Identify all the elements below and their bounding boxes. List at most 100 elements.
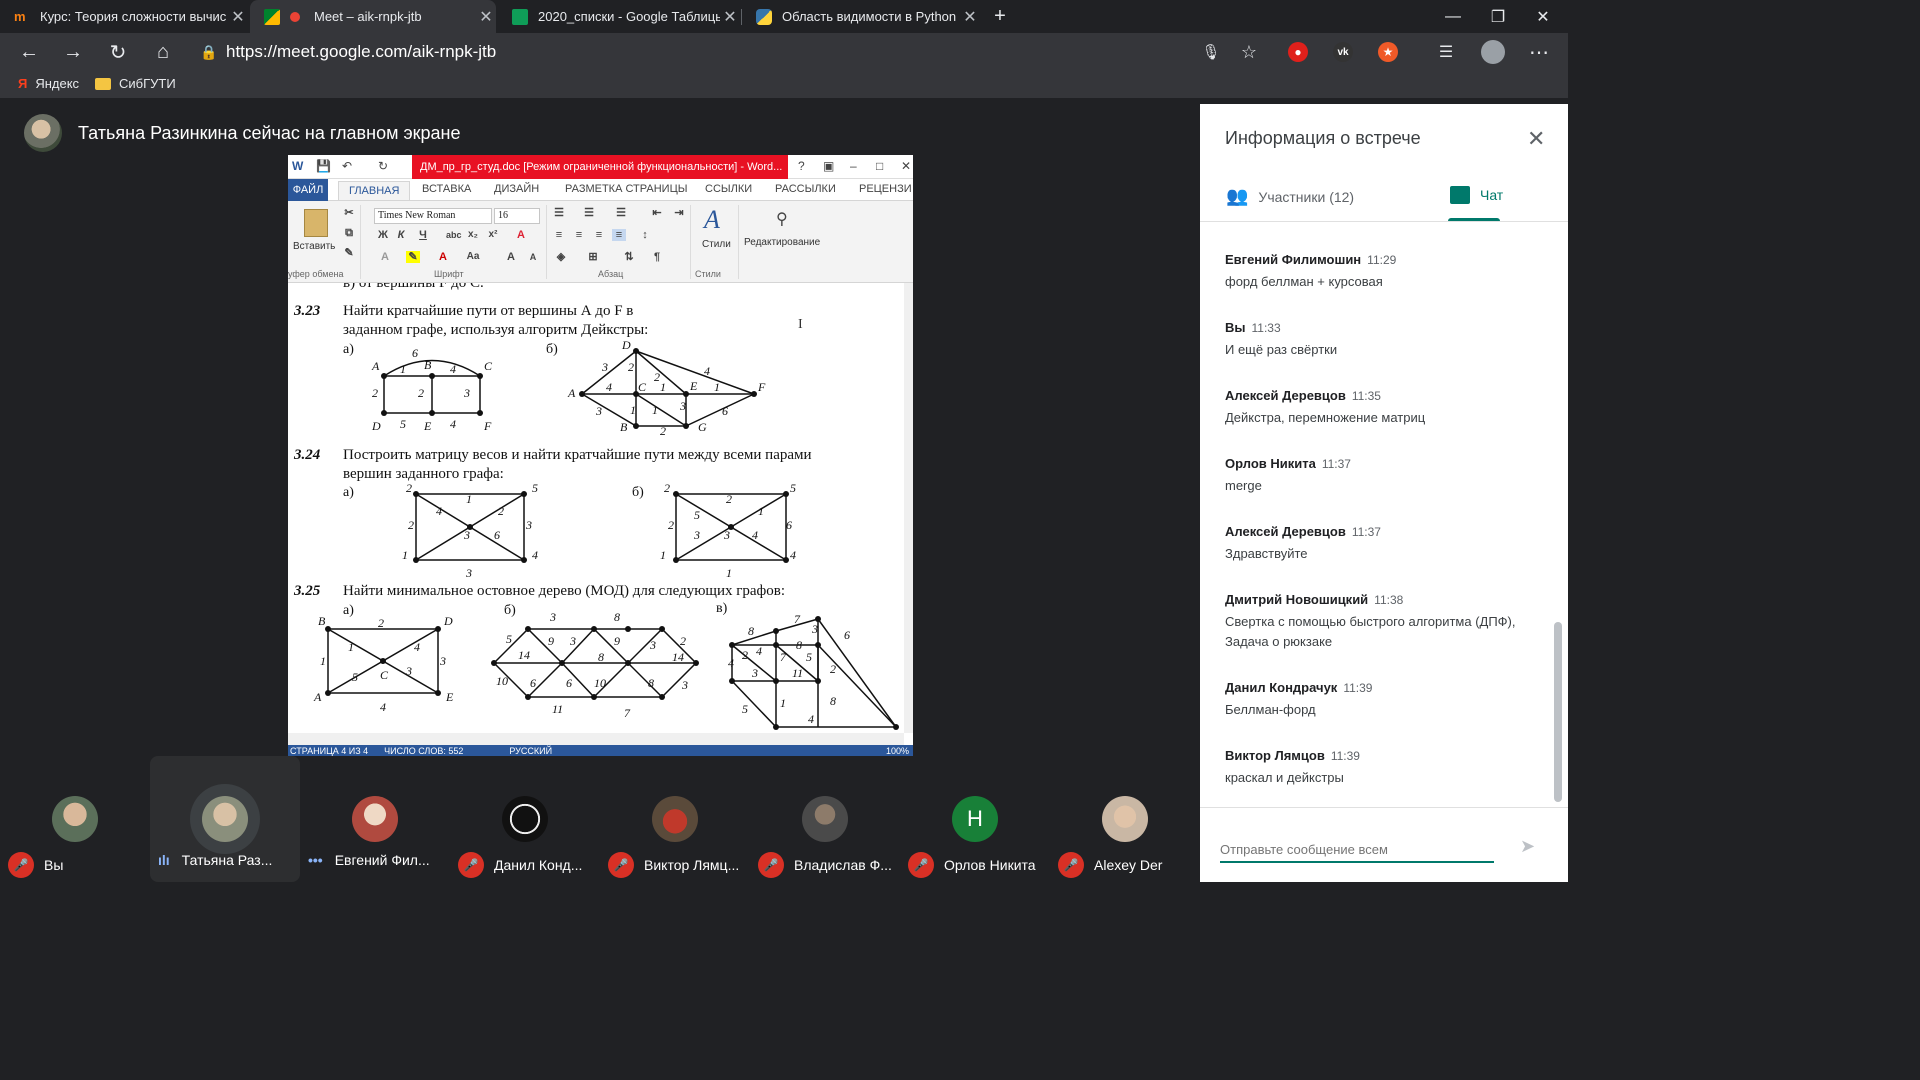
forward-arrow-icon[interactable]: →: [60, 39, 86, 65]
close-tab-icon[interactable]: ✕: [960, 7, 980, 27]
participant-tile[interactable]: 🎤 Данил Конд...: [450, 756, 600, 882]
strikethrough-icon: abc: [446, 230, 462, 240]
send-icon[interactable]: ➤: [1520, 836, 1535, 857]
vk-extension-icon[interactable]: vk: [1333, 42, 1353, 62]
mic-off-icon: 🎤: [8, 852, 34, 878]
participant-tile[interactable]: ılı Татьяна Раз...: [150, 756, 300, 882]
save-icon: 💾: [316, 159, 331, 173]
browser-tab-strip: m Курс: Теория сложности вычис ✕ Meet – …: [0, 0, 1568, 33]
svg-text:4: 4: [414, 640, 420, 654]
avatar: [352, 796, 398, 842]
svg-text:3: 3: [723, 528, 730, 542]
mic-off-icon: 🎤: [458, 852, 484, 878]
svg-text:1: 1: [466, 492, 472, 506]
address-bar[interactable]: 🔒 https://meet.google.com/aik-rnpk-jtb: [200, 38, 1270, 66]
participant-tile[interactable]: 🎤 Виктор Лямц...: [600, 756, 750, 882]
browser-tab-meet[interactable]: Meet – aik-rnpk-jtb ✕: [250, 0, 496, 33]
chat-message: Алексей Деревцов 11:35 Дейкстра, перемнож…: [1225, 388, 1545, 428]
message-time: 11:37: [1351, 525, 1381, 539]
chat-message: Евгений Филимошин 11:29 форд беллман + ку…: [1225, 252, 1545, 292]
svg-text:3: 3: [569, 634, 576, 648]
svg-text:6: 6: [412, 346, 418, 360]
svg-text:6: 6: [722, 404, 728, 418]
svg-text:2: 2: [680, 634, 686, 648]
reload-icon[interactable]: ↻: [105, 39, 131, 65]
svg-text:3: 3: [439, 654, 446, 668]
browser-tab-course[interactable]: m Курс: Теория сложности вычис ✕: [0, 0, 248, 33]
close-tab-icon[interactable]: ✕: [720, 7, 740, 27]
back-arrow-icon[interactable]: ←: [16, 39, 42, 65]
svg-text:4: 4: [808, 712, 814, 726]
participant-tile[interactable]: 🎤 Владислав Ф...: [750, 756, 900, 882]
svg-text:2: 2: [628, 360, 634, 374]
microphone-icon[interactable]: 🎙: [1198, 39, 1224, 65]
chat-scrollbar[interactable]: [1554, 622, 1562, 802]
message-time: 11:33: [1251, 321, 1281, 335]
svg-text:4: 4: [756, 644, 762, 658]
copy-icon: ⧉: [345, 227, 353, 239]
font-size-box: 16: [494, 208, 540, 224]
more-dots-icon: •••: [308, 852, 323, 868]
message-time: 11:38: [1374, 593, 1404, 607]
message-author: Дмитрий Новошицкий: [1225, 592, 1369, 607]
word-tab-design: ДИЗАЙН: [494, 183, 540, 195]
message-text: Дейкстра, перемножение матриц: [1225, 410, 1426, 425]
participant-tile[interactable]: Н 🎤 Орлов Никита: [900, 756, 1050, 882]
more-menu-icon[interactable]: ⋯: [1526, 39, 1552, 65]
new-tab-button[interactable]: +: [986, 0, 1014, 33]
adblock-extension-icon[interactable]: ●: [1288, 42, 1308, 62]
profile-avatar-icon[interactable]: [1481, 40, 1505, 64]
close-panel-icon[interactable]: ✕: [1527, 126, 1545, 152]
svg-text:A: A: [567, 386, 576, 400]
presenter-banner: Татьяна Разинкина сейчас на главном экра…: [24, 114, 460, 152]
svg-text:10: 10: [594, 676, 606, 690]
tab-participants[interactable]: 👥 Участники (12): [1226, 186, 1354, 207]
bookmark-yandex[interactable]: Я Яндекс: [18, 76, 79, 91]
message-author: Евгений Филимошин: [1225, 252, 1362, 267]
svg-text:1: 1: [780, 696, 786, 710]
svg-text:1: 1: [630, 403, 636, 417]
svg-text:5: 5: [806, 650, 812, 664]
svg-text:5: 5: [742, 702, 748, 716]
participant-tile[interactable]: 🎤 Вы: [0, 756, 150, 882]
align-right-icon: ≡: [595, 229, 603, 241]
ribbon-group-clipboard: уфер обмена: [288, 269, 344, 279]
bookmark-sibguti[interactable]: СибГУТИ: [95, 76, 176, 91]
minimize-button[interactable]: —: [1430, 0, 1476, 33]
svg-text:2: 2: [742, 648, 748, 662]
tab-participants-label: Участники (12): [1258, 188, 1355, 205]
svg-text:D: D: [621, 338, 631, 352]
participant-tile[interactable]: 🎤 Alexey Der: [1050, 756, 1200, 882]
close-tab-icon[interactable]: ✕: [476, 7, 496, 27]
message-text: краскал и дейкстры: [1225, 770, 1344, 785]
svg-text:3: 3: [679, 399, 686, 413]
browser-tab-python[interactable]: Область видимости в Python ✕: [742, 0, 980, 33]
star-icon[interactable]: ☆: [1236, 39, 1262, 65]
participant-tile[interactable]: ••• Евгений Фил...: [300, 756, 450, 882]
message-time: 11:29: [1367, 253, 1397, 267]
multilevel-list-icon: ☰: [616, 207, 626, 219]
svg-text:E: E: [689, 379, 698, 393]
svg-text:11: 11: [552, 702, 563, 716]
word-tab-review: РЕЦЕНЗИ: [859, 183, 912, 195]
svg-text:2: 2: [726, 492, 732, 506]
tab-chat[interactable]: Чат: [1450, 186, 1503, 204]
participant-name: Евгений Фил...: [334, 852, 430, 868]
browser-tab-sheets[interactable]: 2020_списки - Google Таблицы ✕: [498, 0, 740, 33]
binoculars-icon: ⚲: [776, 211, 788, 228]
bookmarks-bar: Я Яндекс СибГУТИ: [0, 71, 1568, 99]
svg-text:4: 4: [450, 362, 456, 376]
avatar: [502, 796, 548, 842]
chat-message-input[interactable]: [1220, 838, 1494, 863]
close-tab-icon[interactable]: ✕: [228, 7, 248, 27]
favorites-icon[interactable]: ☰: [1433, 39, 1459, 65]
restore-button[interactable]: ❐: [1475, 0, 1521, 33]
participant-name: Вы: [44, 857, 64, 873]
word-tab-references: ССЫЛКИ: [705, 183, 753, 195]
svg-text:E: E: [423, 419, 432, 433]
extension-icon[interactable]: ★: [1378, 42, 1398, 62]
shrink-font-icon: A: [529, 252, 537, 262]
home-icon[interactable]: ⌂: [150, 39, 176, 65]
message-author: Данил Кондрачук: [1225, 680, 1338, 695]
close-window-button[interactable]: ✕: [1520, 0, 1566, 33]
